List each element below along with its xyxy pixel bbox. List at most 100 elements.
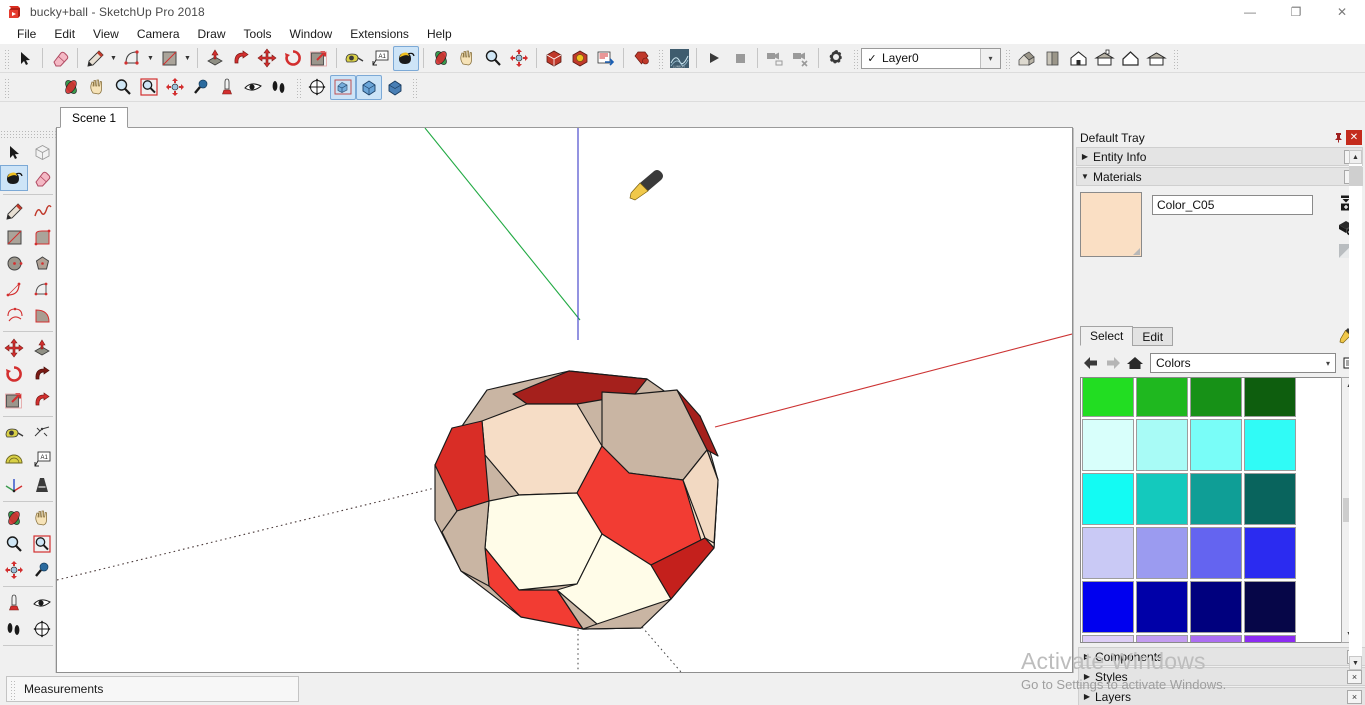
tray-scrollbar[interactable]: ▲ ▼	[1349, 150, 1363, 670]
offset-tool-button[interactable]	[28, 387, 56, 413]
zoom-tool-button[interactable]	[480, 46, 506, 71]
camera-add-icon-button[interactable]	[762, 46, 788, 71]
3d-warehouse-icon-button[interactable]	[541, 46, 567, 71]
extension-warehouse-icon-button[interactable]	[567, 46, 593, 71]
share-model-icon-button[interactable]	[593, 46, 619, 71]
paint-bucket-tool-button[interactable]	[393, 46, 419, 71]
position-camera-tool-button-left[interactable]	[0, 590, 28, 616]
pushpull-tool-button-left[interactable]	[28, 335, 56, 361]
two-point-arc-tool-button[interactable]	[28, 276, 56, 302]
measurements-box[interactable]: Measurements	[6, 676, 299, 702]
panel-header-materials[interactable]: ▼ Materials ×	[1076, 167, 1363, 186]
color-swatch[interactable]	[1190, 581, 1242, 633]
rectangle-dropdown-caret[interactable]: ▼	[182, 46, 193, 71]
select-tool-button-left[interactable]	[0, 139, 28, 165]
camera-remove-icon-button[interactable]	[788, 46, 814, 71]
color-swatch[interactable]	[1082, 419, 1134, 471]
previous-view-tool-button-left[interactable]	[28, 557, 56, 583]
zoom-window-tool-button[interactable]	[136, 75, 162, 100]
right-view-icon-button[interactable]	[1091, 46, 1117, 71]
orbit-tool-button-2[interactable]	[58, 75, 84, 100]
protractor-tool-button[interactable]	[0, 446, 28, 472]
color-swatch[interactable]	[1190, 635, 1242, 643]
tape-measure-tool-button-left[interactable]	[0, 420, 28, 446]
axes-tool-button-left[interactable]	[0, 472, 28, 498]
rectangle-tool-button-left[interactable]	[0, 224, 28, 250]
panel-close-styles[interactable]: ×	[1347, 670, 1362, 684]
panel-header-layers[interactable]: ▶ Layers ×	[1078, 687, 1365, 705]
make-component-tool-button[interactable]	[28, 139, 56, 165]
look-around-tool-button[interactable]	[240, 75, 266, 100]
walk-tool-button[interactable]	[266, 75, 292, 100]
followme-tool-button-left[interactable]	[28, 361, 56, 387]
text-tool-button-left[interactable]: A1	[28, 446, 56, 472]
tape-measure-tool-button[interactable]	[341, 46, 367, 71]
style-xray-icon-button[interactable]	[330, 75, 356, 100]
chevron-down-icon[interactable]: ▾	[1326, 359, 1330, 368]
scale-tool-button[interactable]	[306, 46, 332, 71]
color-swatch[interactable]	[1136, 527, 1188, 579]
chevron-right-icon[interactable]: ▶	[1079, 672, 1095, 681]
toolbar-grip[interactable]	[3, 48, 10, 69]
color-swatch[interactable]	[1190, 377, 1242, 417]
previous-view-tool-button[interactable]	[188, 75, 214, 100]
menu-extensions[interactable]: Extensions	[341, 24, 418, 44]
color-swatch[interactable]	[1082, 635, 1134, 643]
color-swatch[interactable]	[1190, 527, 1242, 579]
3d-text-tool-button[interactable]	[28, 472, 56, 498]
dimension-tool-button[interactable]	[28, 420, 56, 446]
position-camera-tool-button[interactable]	[214, 75, 240, 100]
pan-tool-button-left[interactable]	[28, 505, 56, 531]
rectangle-tool-button[interactable]	[156, 46, 182, 71]
back-view-icon-button[interactable]	[1117, 46, 1143, 71]
paint-bucket-tool-button-left[interactable]	[0, 165, 28, 191]
menu-view[interactable]: View	[84, 24, 128, 44]
rotated-rectangle-tool-button[interactable]	[28, 224, 56, 250]
color-swatch[interactable]	[1082, 473, 1134, 525]
pushpull-tool-button[interactable]	[202, 46, 228, 71]
color-swatch[interactable]	[1136, 419, 1188, 471]
move-tool-button[interactable]	[254, 46, 280, 71]
move-tool-button-left[interactable]	[0, 335, 28, 361]
look-around-tool-button-left[interactable]	[28, 590, 56, 616]
material-library-selector[interactable]: Colors ▾	[1150, 353, 1336, 373]
menu-draw[interactable]: Draw	[189, 24, 235, 44]
settings-gear-icon-button[interactable]	[823, 46, 849, 71]
pencil-dropdown-caret[interactable]: ▼	[108, 46, 119, 71]
menu-help[interactable]: Help	[418, 24, 461, 44]
eraser-tool-button[interactable]	[47, 46, 73, 71]
color-swatch[interactable]	[1190, 419, 1242, 471]
chevron-right-icon[interactable]: ▶	[1079, 652, 1095, 661]
material-swatch-grid[interactable]	[1080, 377, 1346, 643]
pencil-tool-button[interactable]	[82, 46, 108, 71]
color-swatch[interactable]	[1136, 635, 1188, 643]
ruby-console-icon-button[interactable]	[628, 46, 654, 71]
front-view-icon-button[interactable]	[1065, 46, 1091, 71]
arc-dropdown-caret[interactable]: ▼	[145, 46, 156, 71]
style-monochrome-icon-button[interactable]	[382, 75, 408, 100]
chevron-right-icon[interactable]: ▶	[1079, 692, 1095, 701]
rotate-tool-button[interactable]	[280, 46, 306, 71]
polygon-tool-button[interactable]	[28, 250, 56, 276]
close-button[interactable]: ✕	[1319, 0, 1365, 24]
menu-tools[interactable]: Tools	[235, 24, 281, 44]
zoom-tool-button-2[interactable]	[110, 75, 136, 100]
toolbar-grip[interactable]	[3, 77, 10, 98]
scale-tool-button-left[interactable]	[0, 387, 28, 413]
color-swatch[interactable]	[1244, 527, 1296, 579]
rotate-tool-button-left[interactable]	[0, 361, 28, 387]
measurements-grip[interactable]	[9, 679, 16, 700]
followme-tool-button[interactable]	[228, 46, 254, 71]
tray-scroll-thumb[interactable]	[1349, 166, 1362, 186]
color-swatch[interactable]	[1136, 473, 1188, 525]
panel-header-styles[interactable]: ▶ Styles ×	[1078, 667, 1365, 686]
arc-tool-button[interactable]	[119, 46, 145, 71]
freehand-tool-button[interactable]	[28, 198, 56, 224]
zoom-window-tool-button-left[interactable]	[28, 531, 56, 557]
layer-dropdown-chevron-down-icon[interactable]: ▾	[980, 49, 1000, 68]
color-swatch[interactable]	[1136, 581, 1188, 633]
eraser-tool-button-left[interactable]	[28, 165, 56, 191]
color-swatch[interactable]	[1244, 473, 1296, 525]
panel-header-entity-info[interactable]: ▶ Entity Info ×	[1076, 147, 1363, 166]
toolbar-grip[interactable]	[295, 77, 302, 98]
